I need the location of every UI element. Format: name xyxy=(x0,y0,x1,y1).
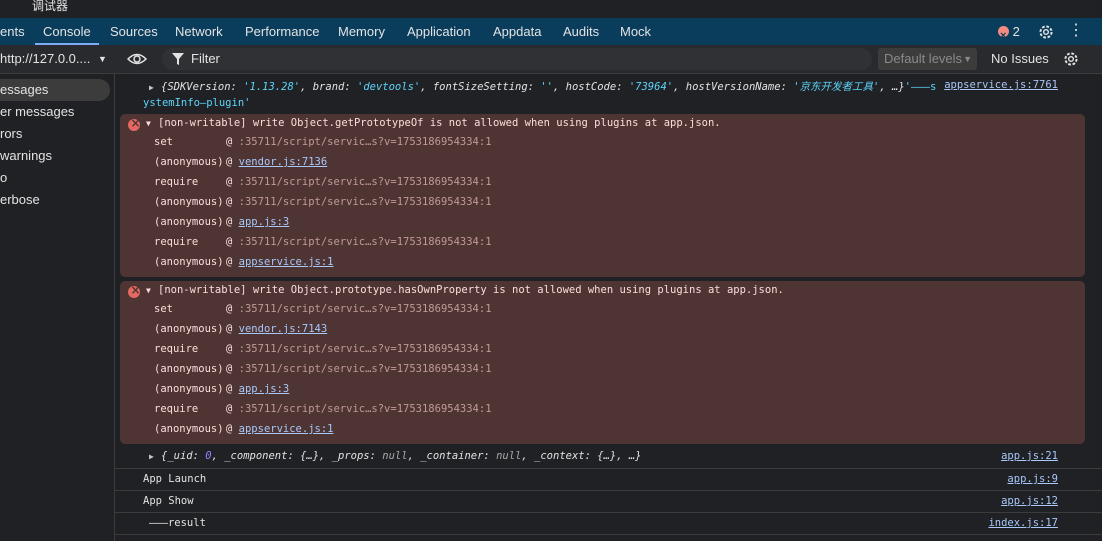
tab-console[interactable]: Console xyxy=(35,18,99,45)
log-levels-label: Default levels xyxy=(884,51,963,66)
expand-triangle-icon[interactable]: ▶ xyxy=(149,83,161,92)
error-text[interactable]: ▼ [non-writable] write Object.getPrototyp… xyxy=(146,117,721,129)
error-count-badge[interactable]: 2 xyxy=(998,18,1020,50)
stack-frame: (anonymous) @ app.js:3 xyxy=(154,216,290,228)
dropdown-arrow-icon: ▼ xyxy=(98,54,107,64)
expand-triangle-icon[interactable]: ▼ xyxy=(146,119,158,128)
filter-input[interactable]: Filter xyxy=(162,48,872,70)
more-options-icon[interactable]: ⋮ xyxy=(1068,22,1084,42)
tab-elements[interactable]: ents xyxy=(0,18,25,45)
stack-frame: (anonymous) @ appservice.js:1 xyxy=(154,256,334,268)
source-link[interactable]: appservice.js:1 xyxy=(239,423,334,435)
stack-frame: require @ :35711/script/servic…s?v=175318… xyxy=(154,343,492,355)
context-label: http://127.0.0.... xyxy=(0,51,91,66)
tab-mock[interactable]: Mock xyxy=(620,18,651,45)
source-link[interactable]: app.js:21 xyxy=(1001,450,1058,462)
window-title: 调试器 xyxy=(32,0,69,13)
stack-frame: (anonymous) @ :35711/script/servic…s?v=17… xyxy=(154,363,492,375)
error-message: ▼[non-writable] write Object.prototype.h… xyxy=(120,281,1085,444)
stack-frame: (anonymous) @ app.js:3 xyxy=(154,383,290,395)
filter-placeholder: Filter xyxy=(191,51,220,66)
console-message: ———result index.js:17 xyxy=(115,513,1102,535)
sidebar-item-info[interactable]: o xyxy=(0,167,110,189)
tab-audits[interactable]: Audits xyxy=(563,18,599,45)
stack-frame: (anonymous) @ vendor.js:7136 xyxy=(154,156,328,168)
tab-application[interactable]: Application xyxy=(407,18,471,45)
source-link[interactable]: app.js:3 xyxy=(239,216,290,228)
source-link[interactable]: appservice.js:7761 xyxy=(944,79,1058,91)
context-selector[interactable]: http://127.0.0.... ▼ xyxy=(0,45,108,73)
error-icon xyxy=(128,116,141,131)
message-continuation: ystemInfo—plugin' xyxy=(143,97,251,109)
tab-appdata[interactable]: Appdata xyxy=(493,18,541,45)
sidebar-item-messages[interactable]: essages xyxy=(0,79,110,101)
sidebar-item-user-messages[interactable]: er messages xyxy=(0,101,110,123)
expand-triangle-icon[interactable]: ▶ xyxy=(149,452,161,461)
log-text: App Launch xyxy=(143,473,207,485)
expand-triangle-icon[interactable]: ▼ xyxy=(146,286,158,295)
source-link[interactable]: index.js:17 xyxy=(988,517,1058,529)
log-text: ———result xyxy=(149,517,206,529)
log-text: App Show xyxy=(143,495,194,507)
issues-button[interactable]: No Issues xyxy=(991,45,1049,73)
console-message: App Show app.js:12 xyxy=(115,491,1102,513)
sidebar-item-warnings[interactable]: warnings xyxy=(0,145,110,167)
stack-frame: require @ :35711/script/servic…s?v=175318… xyxy=(154,236,492,248)
console-message: ▶ {_uid: 0, _component: {…}, _props: null… xyxy=(115,446,1102,469)
sidebar-item-errors[interactable]: rors xyxy=(0,123,110,145)
source-link[interactable]: vendor.js:7136 xyxy=(239,156,328,168)
tab-network[interactable]: Network xyxy=(175,18,223,45)
stack-frame: require @ :35711/script/servic…s?v=175318… xyxy=(154,403,492,415)
source-link[interactable]: app.js:3 xyxy=(239,383,290,395)
log-levels-dropdown[interactable]: Default levels ▼ xyxy=(878,48,977,70)
stack-frame: (anonymous) @ appservice.js:1 xyxy=(154,423,334,435)
console-message: ▶ {SDKVersion: '1.13.28', brand: 'devtool… xyxy=(143,79,1058,109)
console-toolbar: http://127.0.0.... ▼ Filter Default leve… xyxy=(0,45,1102,74)
stack-frame: set @ :35711/script/servic…s?v=1753186954… xyxy=(154,303,492,315)
source-link[interactable]: appservice.js:1 xyxy=(239,256,334,268)
tab-performance[interactable]: Performance xyxy=(245,18,319,45)
console-settings-icon[interactable] xyxy=(1062,50,1080,68)
source-link[interactable]: app.js:12 xyxy=(1001,495,1058,507)
sidebar-item-verbose[interactable]: erbose xyxy=(0,189,110,211)
console-sidebar: essages er messages rors warnings o erbo… xyxy=(0,74,115,541)
source-link[interactable]: app.js:9 xyxy=(1007,473,1058,485)
tab-sources[interactable]: Sources xyxy=(110,18,158,45)
tab-memory[interactable]: Memory xyxy=(338,18,385,45)
console-output: ▶ {SDKVersion: '1.13.28', brand: 'devtool… xyxy=(115,74,1102,541)
filter-icon xyxy=(172,53,184,65)
gear-icon[interactable] xyxy=(1037,23,1055,41)
stack-frame: (anonymous) @ :35711/script/servic…s?v=17… xyxy=(154,196,492,208)
error-icon xyxy=(128,283,141,298)
devtools-tab-bar: ents Console Sources Network Performance… xyxy=(0,18,1102,50)
source-link[interactable]: vendor.js:7143 xyxy=(239,323,328,335)
window-titlebar: 调试器 xyxy=(0,0,1102,18)
dropdown-arrow-icon: ▼ xyxy=(963,54,972,64)
stack-frame: set @ :35711/script/servic…s?v=1753186954… xyxy=(154,136,492,148)
stack-frame: require @ :35711/script/servic…s?v=175318… xyxy=(154,176,492,188)
error-text[interactable]: ▼ [non-writable] write Object.prototype.h… xyxy=(146,284,784,296)
eye-icon[interactable] xyxy=(127,51,147,67)
stack-frame: (anonymous) @ vendor.js:7143 xyxy=(154,323,328,335)
error-count: 2 xyxy=(1012,24,1020,39)
console-message: App Launch app.js:9 xyxy=(115,469,1102,491)
error-icon xyxy=(998,23,1009,50)
error-message: ▼[non-writable] write Object.getPrototyp… xyxy=(120,114,1085,277)
